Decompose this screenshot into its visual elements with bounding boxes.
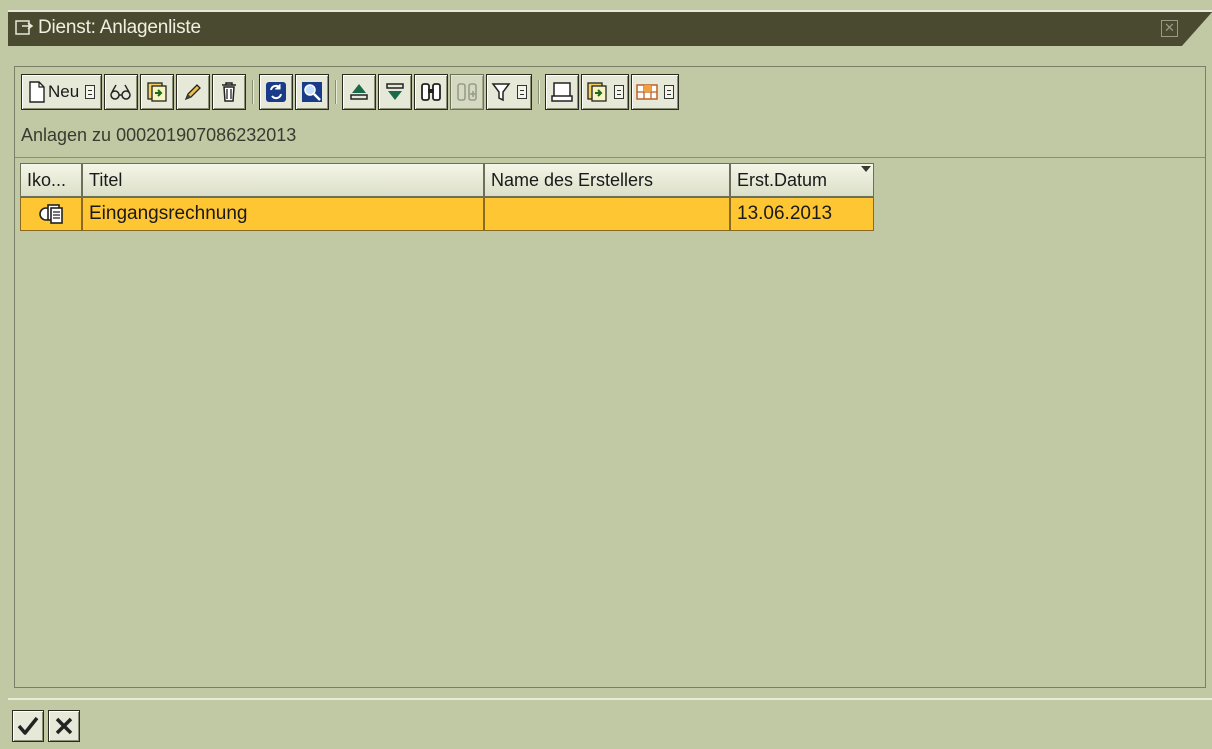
toolbar-separator — [335, 80, 337, 104]
row-title-cell[interactable]: Eingangsrechnung — [82, 197, 484, 231]
refresh-icon — [266, 82, 287, 102]
sort-ascending-button[interactable] — [342, 74, 377, 110]
table-header: Iko... Titel Name des Erstellers Erst.Da… — [20, 163, 874, 197]
cancel-button[interactable] — [48, 710, 80, 742]
column-header-icon[interactable]: Iko... — [20, 163, 82, 197]
window-menu-icon[interactable] — [14, 18, 34, 38]
column-header-title[interactable]: Titel — [82, 163, 484, 197]
delete-button[interactable] — [212, 74, 247, 110]
export-list-icon — [587, 82, 607, 102]
column-header-created-date[interactable]: Erst.Datum — [730, 163, 874, 197]
table-row[interactable]: Eingangsrechnung 13.06.2013 — [20, 197, 874, 231]
document-stack-icon — [39, 204, 63, 224]
cancel-x-icon — [55, 717, 73, 735]
list-subtitle: Anlagen zu 000201907086232013 — [21, 125, 297, 145]
filter-button[interactable] — [486, 74, 533, 110]
find-next-button[interactable] — [450, 74, 485, 110]
new-button[interactable]: Neu — [21, 74, 103, 110]
column-header-creator[interactable]: Name des Erstellers — [484, 163, 730, 197]
window-title: Dienst: Anlagenliste — [38, 17, 201, 38]
print-preview-icon — [551, 82, 573, 102]
filter-dropdown-icon[interactable] — [517, 85, 528, 99]
sort-descending-button[interactable] — [378, 74, 413, 110]
new-dropdown-icon[interactable] — [85, 85, 96, 99]
row-date-cell[interactable]: 13.06.2013 — [730, 197, 874, 231]
attachment-list-panel: Neu Anlagen zu 000201907086232013 Iko...… — [14, 66, 1206, 688]
row-icon-cell[interactable] — [20, 197, 82, 231]
layout-button[interactable] — [631, 74, 680, 110]
row-creator-cell[interactable] — [484, 197, 730, 231]
attachment-table: Iko... Titel Name des Erstellers Erst.Da… — [20, 163, 874, 231]
sort-ascending-icon — [350, 84, 368, 100]
export-button[interactable] — [140, 74, 175, 110]
toolbar-separator — [538, 80, 540, 104]
print-button[interactable] — [545, 74, 580, 110]
pencil-icon — [185, 84, 202, 101]
display-button[interactable] — [104, 74, 139, 110]
find-button[interactable] — [414, 74, 449, 110]
column-header-created-date-label: Erst.Datum — [737, 169, 828, 190]
magnifier-icon — [302, 82, 323, 102]
details-button[interactable] — [295, 74, 330, 110]
trash-icon — [222, 82, 237, 102]
window-titlebar: Dienst: Anlagenliste ✕ — [8, 10, 1212, 46]
layout-dropdown-icon[interactable] — [664, 85, 675, 99]
toolbar: Neu — [21, 73, 680, 111]
filter-icon — [491, 83, 511, 102]
footer-separator — [8, 698, 1212, 700]
sort-descending-icon — [386, 83, 404, 100]
close-icon[interactable]: ✕ — [1161, 20, 1178, 37]
binoculars-next-icon — [457, 83, 477, 101]
layout-grid-icon — [636, 84, 658, 100]
sort-indicator-icon — [861, 166, 871, 172]
export-dropdown-icon[interactable] — [614, 85, 625, 99]
confirm-button[interactable] — [12, 710, 44, 742]
toolbar-separator — [252, 80, 254, 104]
checkmark-icon — [17, 716, 39, 735]
glasses-icon — [110, 84, 131, 100]
refresh-button[interactable] — [259, 74, 294, 110]
export-document-icon — [147, 82, 167, 102]
export-list-button[interactable] — [581, 74, 630, 110]
edit-button[interactable] — [176, 74, 211, 110]
new-button-label: Neu — [48, 82, 80, 101]
new-document-icon — [29, 81, 45, 103]
binoculars-icon — [421, 83, 442, 101]
